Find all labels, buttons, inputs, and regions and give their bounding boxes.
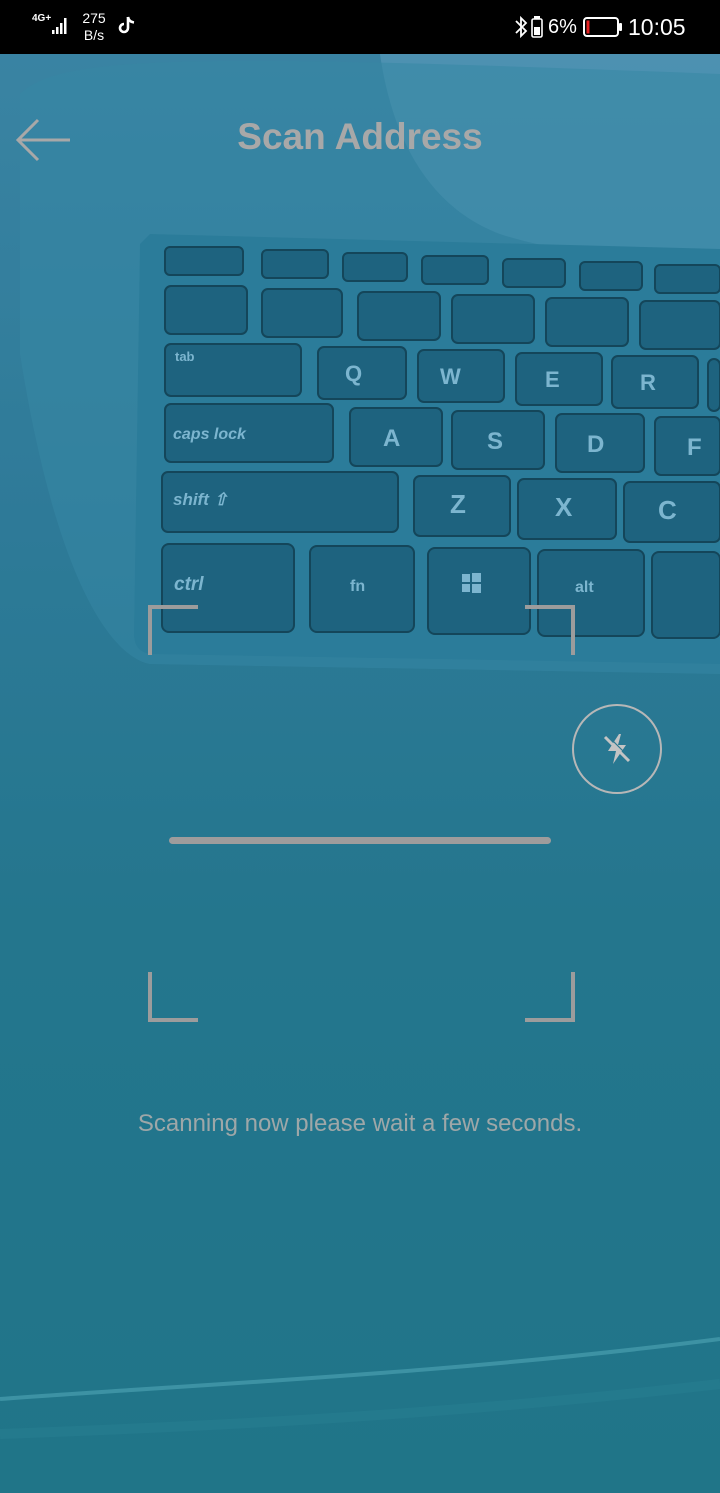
- page-title: Scan Address: [237, 116, 483, 157]
- svg-text:C: C: [658, 495, 677, 525]
- battery-small-icon: [531, 16, 543, 38]
- svg-text:D: D: [587, 431, 604, 458]
- svg-text:shift ⇧: shift ⇧: [173, 490, 229, 509]
- scan-frame-corner-top-left: [148, 605, 198, 655]
- svg-text:ctrl: ctrl: [174, 574, 204, 595]
- network-speed: 275 B/s: [81, 10, 107, 44]
- battery-percent: 6%: [548, 16, 577, 38]
- svg-text:alt: alt: [575, 579, 594, 596]
- tiktok-icon: [118, 16, 135, 34]
- svg-text:caps lock: caps lock: [173, 426, 247, 443]
- network-type: 4G+: [32, 13, 52, 24]
- speed-unit: B/s: [83, 27, 105, 43]
- scan-frame-corner-top-right: [525, 605, 575, 655]
- speed-value: 275: [82, 10, 106, 26]
- svg-text:E: E: [545, 367, 560, 392]
- svg-text:S: S: [487, 428, 503, 455]
- svg-text:R: R: [640, 370, 656, 395]
- scan-line: [169, 837, 551, 844]
- flash-off-icon: [603, 734, 632, 764]
- scan-frame-corner-bottom-right: [525, 972, 575, 1022]
- svg-text:fn: fn: [350, 578, 365, 595]
- svg-text:X: X: [555, 492, 573, 522]
- scan-frame-corner-bottom-left: [148, 972, 198, 1022]
- signal-icon: [52, 18, 67, 34]
- battery-icon: [583, 17, 622, 37]
- svg-text:Q: Q: [345, 361, 362, 386]
- flash-toggle-button[interactable]: [572, 704, 662, 794]
- bluetooth-icon: [515, 15, 528, 39]
- clock: 10:05: [628, 14, 686, 40]
- svg-text:F: F: [687, 434, 702, 461]
- key-tab: tab: [175, 349, 195, 364]
- status-bar: 4G+ 275 B/s 6% 10:05: [0, 0, 720, 54]
- svg-text:A: A: [383, 425, 400, 452]
- svg-text:Z: Z: [450, 489, 466, 519]
- svg-text:W: W: [440, 364, 461, 389]
- scan-hint-text: Scanning now please wait a few seconds.: [137, 1110, 583, 1137]
